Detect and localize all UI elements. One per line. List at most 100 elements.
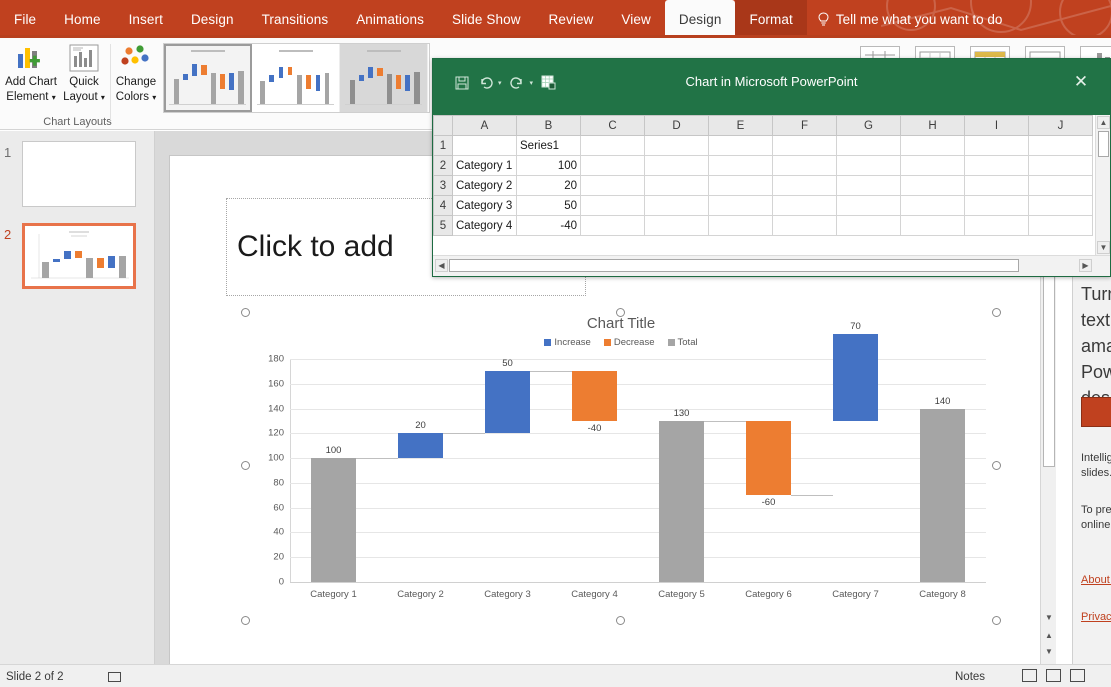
- row-header-5[interactable]: 5: [434, 216, 453, 236]
- tab-chart-design[interactable]: Design: [665, 0, 736, 38]
- cell-H1[interactable]: [901, 136, 965, 156]
- chart-style-option-1[interactable]: [164, 44, 252, 112]
- row-header-3[interactable]: 3: [434, 176, 453, 196]
- tab-slide-show[interactable]: Slide Show: [438, 0, 535, 38]
- cell-F5[interactable]: [773, 216, 837, 236]
- chart-style-option-2[interactable]: [252, 44, 340, 112]
- row-header-2[interactable]: 2: [434, 156, 453, 176]
- column-header-D[interactable]: D: [645, 116, 709, 136]
- cell-G5[interactable]: [837, 216, 901, 236]
- cell-E5[interactable]: [709, 216, 773, 236]
- cell-F3[interactable]: [773, 176, 837, 196]
- datasheet-scroll-down-button[interactable]: ▼: [1097, 241, 1110, 254]
- cell-H5[interactable]: [901, 216, 965, 236]
- column-header-F[interactable]: F: [773, 116, 837, 136]
- column-header-C[interactable]: C: [581, 116, 645, 136]
- datasheet-scroll-thumb[interactable]: [1098, 131, 1109, 157]
- quick-layout-button[interactable]: Quick Layout ▾: [53, 42, 115, 108]
- cell-B3[interactable]: 20: [517, 176, 581, 196]
- tell-me-box[interactable]: Tell me what you want to do: [807, 0, 1013, 38]
- designer-privacy-link[interactable]: Privacy statement: [1081, 611, 1111, 623]
- resize-handle-n[interactable]: [616, 308, 625, 317]
- datasheet-row[interactable]: 5Category 4-40: [434, 216, 1093, 236]
- datasheet-scroll-right-button[interactable]: ▶: [1079, 259, 1092, 272]
- cell-G1[interactable]: [837, 136, 901, 156]
- slide-indicator[interactable]: Slide 2 of 2: [6, 671, 64, 683]
- cell-E4[interactable]: [709, 196, 773, 216]
- cell-J4[interactable]: [1029, 196, 1093, 216]
- cell-F1[interactable]: [773, 136, 837, 156]
- cell-C1[interactable]: [581, 136, 645, 156]
- row-header-1[interactable]: 1: [434, 136, 453, 156]
- cell-J5[interactable]: [1029, 216, 1093, 236]
- chart-legend[interactable]: Increase Decrease Total: [246, 337, 996, 348]
- chart-style-option-3[interactable]: [340, 44, 428, 112]
- designer-about-link[interactable]: About Designer: [1081, 574, 1111, 586]
- cell-A2[interactable]: Category 1: [453, 156, 517, 176]
- cell-I5[interactable]: [965, 216, 1029, 236]
- change-colors-button[interactable]: Change Colors ▾: [108, 42, 164, 108]
- row-header-4[interactable]: 4: [434, 196, 453, 216]
- datasheet-scroll-left-button[interactable]: ◀: [435, 259, 448, 272]
- cell-C3[interactable]: [581, 176, 645, 196]
- cell-E1[interactable]: [709, 136, 773, 156]
- resize-handle-sw[interactable]: [241, 616, 250, 625]
- chart-bar[interactable]: [311, 458, 356, 582]
- cell-E2[interactable]: [709, 156, 773, 176]
- slide-thumbnail-1[interactable]: 1: [0, 141, 155, 209]
- cell-C5[interactable]: [581, 216, 645, 236]
- slide-thumbnail-preview-2[interactable]: [22, 223, 136, 289]
- close-icon[interactable]: ✕: [1070, 71, 1092, 93]
- cell-G4[interactable]: [837, 196, 901, 216]
- datasheet-vertical-scrollbar[interactable]: ▲ ▼: [1095, 115, 1110, 255]
- notes-button[interactable]: Notes: [955, 671, 985, 683]
- resize-handle-e[interactable]: [992, 461, 1001, 470]
- column-header-G[interactable]: G: [837, 116, 901, 136]
- datasheet-row[interactable]: 4Category 350: [434, 196, 1093, 216]
- tab-home[interactable]: Home: [50, 0, 114, 38]
- column-header-J[interactable]: J: [1029, 116, 1093, 136]
- chart-object[interactable]: Chart Title Increase Decrease Total: [246, 313, 996, 626]
- slide-thumbnail-2[interactable]: 2: [0, 223, 155, 291]
- designer-pane[interactable]: Turn your pictures and text into somethi…: [1072, 275, 1111, 664]
- slide-thumbnail-preview-1[interactable]: [22, 141, 136, 207]
- chart-bar[interactable]: [833, 334, 878, 421]
- cell-H4[interactable]: [901, 196, 965, 216]
- tab-transitions[interactable]: Transitions: [248, 0, 343, 38]
- cell-J3[interactable]: [1029, 176, 1093, 196]
- cell-D5[interactable]: [645, 216, 709, 236]
- cell-A5[interactable]: Category 4: [453, 216, 517, 236]
- chart-styles-gallery[interactable]: [163, 43, 430, 113]
- datasheet-row[interactable]: 3Category 220: [434, 176, 1093, 196]
- previous-slide-button[interactable]: ▲: [1043, 628, 1055, 642]
- normal-view-button[interactable]: [1022, 669, 1037, 682]
- cell-I4[interactable]: [965, 196, 1029, 216]
- cell-H3[interactable]: [901, 176, 965, 196]
- cell-J1[interactable]: [1029, 136, 1093, 156]
- datasheet-hscroll-thumb[interactable]: [449, 259, 1019, 272]
- cell-D1[interactable]: [645, 136, 709, 156]
- legend-item-increase[interactable]: Increase: [544, 337, 590, 348]
- datasheet-row[interactable]: 1Series1: [434, 136, 1093, 156]
- select-all-corner[interactable]: [434, 116, 453, 136]
- chart-plot-area[interactable]: 020406080100120140160180100Category 120C…: [290, 359, 986, 582]
- legend-item-total[interactable]: Total: [668, 337, 698, 348]
- column-header-A[interactable]: A: [453, 116, 517, 136]
- cell-A1[interactable]: [453, 136, 517, 156]
- tab-design[interactable]: Design: [177, 0, 248, 38]
- cell-H2[interactable]: [901, 156, 965, 176]
- scroll-down-button[interactable]: ▼: [1043, 610, 1055, 624]
- datasheet-row[interactable]: 2Category 1100: [434, 156, 1093, 176]
- cell-I3[interactable]: [965, 176, 1029, 196]
- datasheet-grid[interactable]: ABCDEFGHIJ1Series12Category 11003Categor…: [433, 115, 1093, 236]
- cell-E3[interactable]: [709, 176, 773, 196]
- cell-A4[interactable]: Category 3: [453, 196, 517, 216]
- cell-I2[interactable]: [965, 156, 1029, 176]
- chart-data-titlebar[interactable]: ▾ ▾ Chart in Microsoft PowerPoint ✕: [433, 59, 1110, 115]
- cell-G2[interactable]: [837, 156, 901, 176]
- resize-handle-nw[interactable]: [241, 308, 250, 317]
- chart-data-window[interactable]: ▾ ▾ Chart in Microsoft PowerPoint ✕ ABCD…: [432, 58, 1111, 277]
- legend-item-decrease[interactable]: Decrease: [604, 337, 655, 348]
- column-header-I[interactable]: I: [965, 116, 1029, 136]
- cell-J2[interactable]: [1029, 156, 1093, 176]
